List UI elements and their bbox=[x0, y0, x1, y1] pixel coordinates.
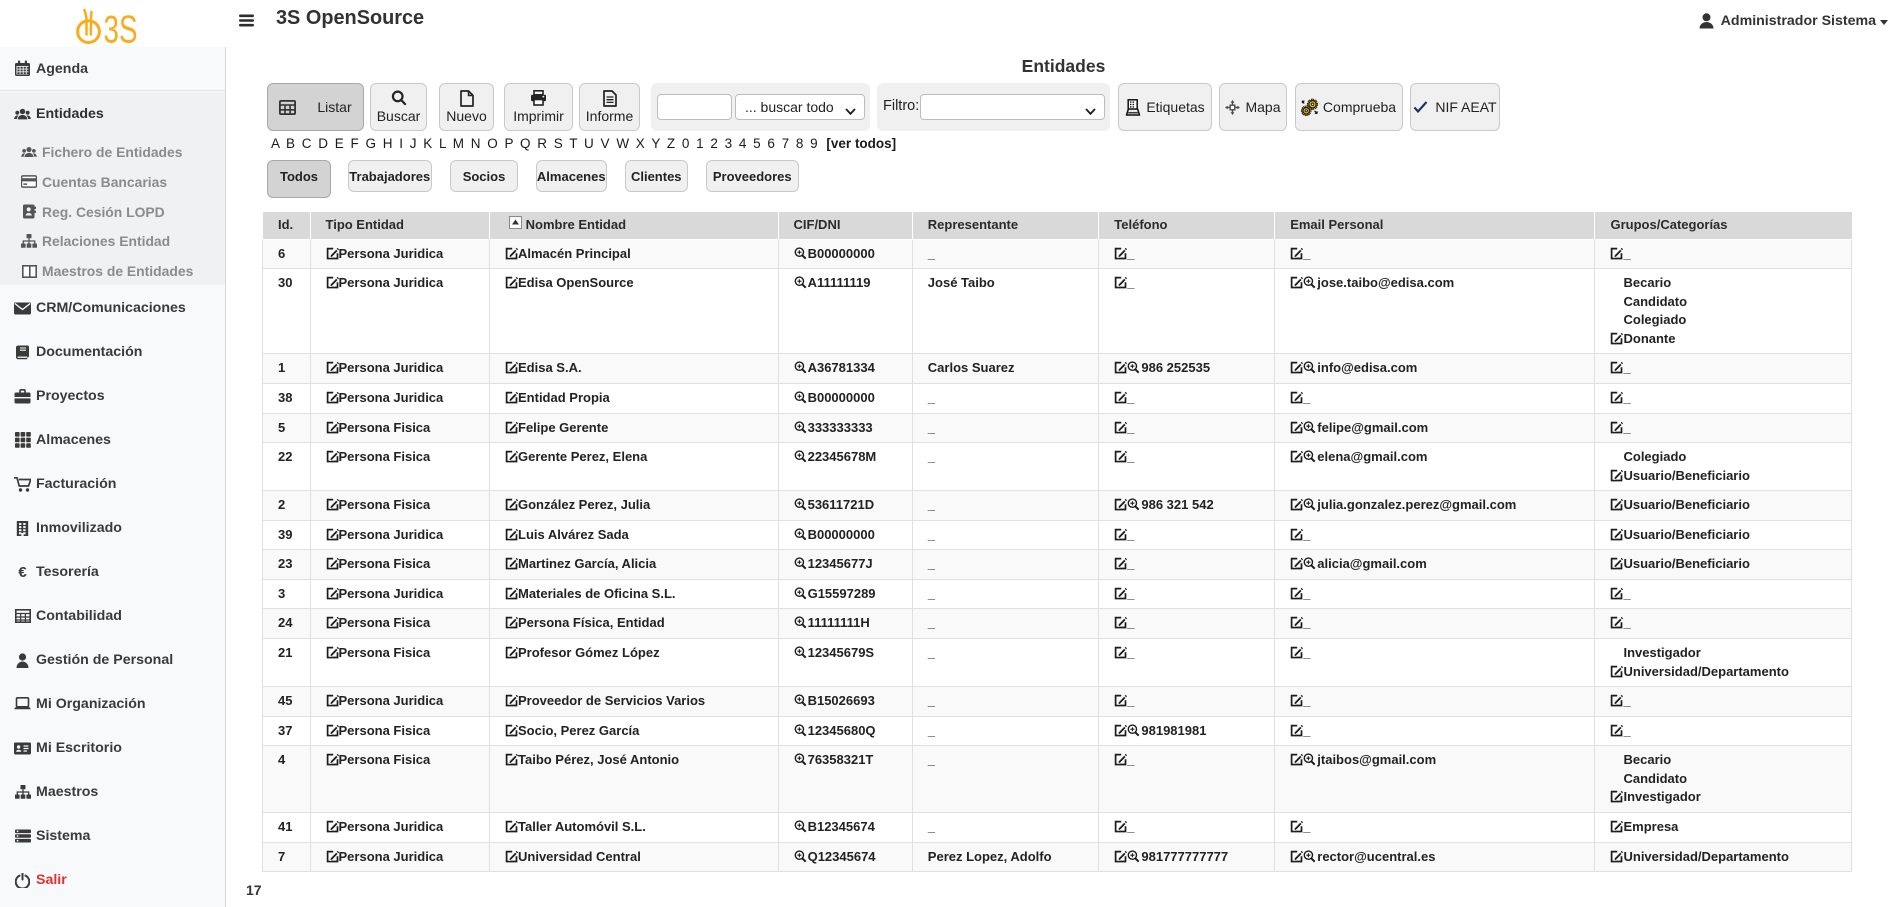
svg-text:3S: 3S bbox=[104, 9, 138, 52]
